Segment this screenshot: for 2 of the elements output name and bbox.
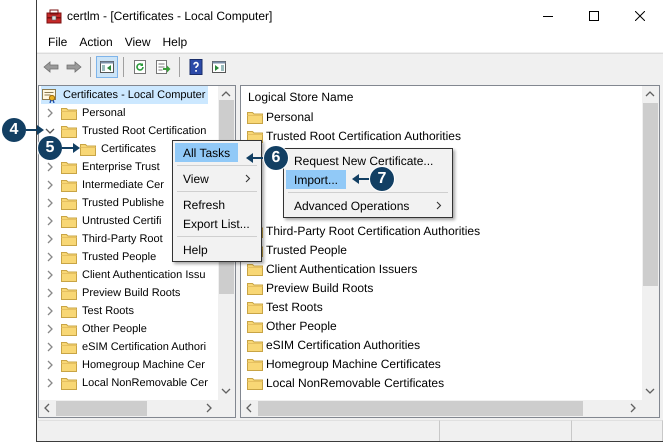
step-badge: 4 [2, 118, 26, 142]
window-title: certlm - [Certificates - Local Computer] [67, 9, 274, 23]
